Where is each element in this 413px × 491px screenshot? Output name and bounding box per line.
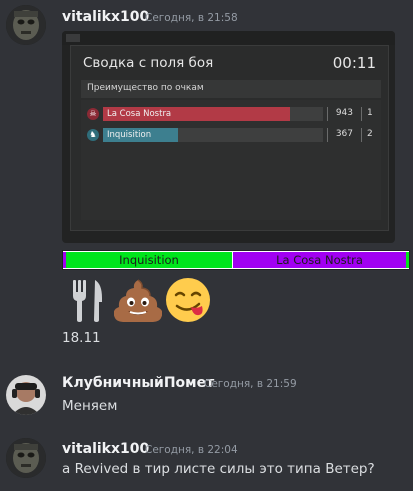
author-name[interactable]: КлубничныйПомет (62, 375, 214, 391)
panel-timer: 00:11 (332, 54, 376, 72)
message-2: КлубничныйПомет Сегодня, в 21:59 Меняем (0, 365, 413, 415)
team-inquisition: Inquisition (66, 252, 232, 268)
score-bar: La Cosa Nostra (103, 107, 323, 121)
team-la-cosa-nostra: La Cosa Nostra (233, 252, 406, 268)
message-text: Меняем (62, 398, 118, 414)
team-place: 2 (367, 129, 373, 139)
image-top-strip (62, 31, 395, 45)
timestamp: Сегодня, в 22:04 (145, 444, 238, 456)
score-area: ☠ La Cosa Nostra 943 1 ♞ Inquisition 367… (81, 100, 381, 220)
panel-title: Сводка с поля боя (83, 55, 214, 71)
panel-subheader: Преимущество по очкам (81, 80, 381, 98)
subheader-label: Преимущество по очкам (87, 83, 204, 93)
team-points: 943 (335, 108, 353, 118)
message-text: а Revived в тир листе силы это типа Вете… (62, 461, 375, 477)
timestamp: Сегодня, в 21:58 (145, 12, 238, 24)
author-name[interactable]: vitalikx100 (62, 441, 149, 457)
timestamp: Сегодня, в 21:59 (204, 378, 297, 390)
score-bar: Inquisition (103, 128, 323, 142)
author-name[interactable]: vitalikx100 (62, 9, 149, 25)
attachment-image[interactable]: Сводка с поля боя 00:11 Преимущество по … (62, 31, 395, 243)
score-row: ☠ La Cosa Nostra 943 1 (87, 106, 377, 122)
battle-summary-panel: Сводка с поля боя 00:11 Преимущество по … (70, 45, 389, 231)
message-3: vitalikx100 Сегодня, в 22:04 а Revived в… (0, 432, 413, 491)
skull-icon: ☠ (87, 108, 99, 120)
score-row: ♞ Inquisition 367 2 (87, 127, 377, 143)
team-place: 1 (367, 108, 373, 118)
fork-and-knife-icon (64, 276, 112, 324)
avatar[interactable] (6, 438, 46, 478)
avatar[interactable] (6, 5, 46, 45)
avatar[interactable] (6, 375, 46, 415)
horse-icon: ♞ (87, 129, 99, 141)
face-savoring-food-icon (164, 276, 212, 324)
message-1: vitalikx100 Сегодня, в 21:58 Сводка с по… (0, 0, 413, 350)
team-label: La Cosa Nostra (107, 109, 172, 119)
pile-of-poo-icon (113, 276, 163, 324)
team-bar: Inquisition La Cosa Nostra (62, 250, 410, 270)
team-label: Inquisition (107, 130, 152, 140)
message-text: 18.11 (62, 330, 101, 346)
team-points: 367 (335, 129, 353, 139)
